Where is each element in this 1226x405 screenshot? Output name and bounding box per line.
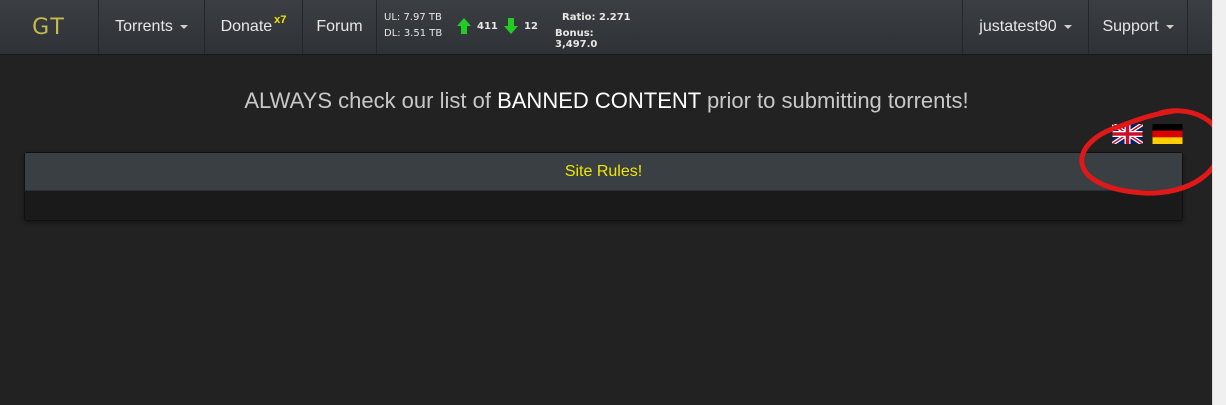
- banner-prefix: ALWAYS check our list of: [244, 88, 491, 113]
- nav-torrents[interactable]: Torrents: [98, 0, 204, 54]
- leeching-stat[interactable]: 12: [504, 18, 538, 34]
- download-stat: DL: 3.51 TB: [384, 28, 443, 39]
- nav-forum[interactable]: Forum: [302, 0, 376, 54]
- chevron-down-icon: [1165, 25, 1174, 29]
- germany-flag-icon[interactable]: [1152, 124, 1183, 144]
- nav-user-menu[interactable]: justatest90: [962, 0, 1088, 54]
- page-scrollbar[interactable]: [1212, 0, 1226, 405]
- ratio-stat: Ratio: 2.271: [562, 12, 631, 23]
- top-navbar: GT Torrents Donate x7 Forum UL: 7.97 TB …: [0, 0, 1213, 55]
- language-flags: [1112, 124, 1183, 144]
- nav-support[interactable]: Support: [1088, 0, 1188, 54]
- nav-donate-label: Donate: [220, 18, 273, 35]
- bonus-stat[interactable]: Bonus: 3,497.0: [555, 28, 634, 50]
- nav-forum-label: Forum: [316, 18, 363, 35]
- user-stats: UL: 7.97 TB DL: 3.51 TB 411 12 Ratio: 2.…: [376, 0, 634, 54]
- arrow-down-icon: [504, 18, 518, 34]
- chevron-down-icon: [1063, 25, 1072, 29]
- site-rules-panel: Site Rules!: [24, 152, 1183, 221]
- nav-donate[interactable]: Donate x7: [204, 0, 302, 54]
- seeding-stat[interactable]: 411: [457, 18, 498, 34]
- logo-text: GT: [32, 14, 66, 40]
- nav-support-label: Support: [1102, 18, 1159, 35]
- chevron-down-icon: [179, 25, 188, 29]
- site-logo[interactable]: GT: [0, 0, 98, 54]
- nav-torrents-label: Torrents: [115, 18, 173, 35]
- uk-flag-icon[interactable]: [1112, 124, 1143, 144]
- banner-suffix: prior to submitting torrents!: [706, 88, 969, 113]
- site-rules-title: Site Rules!: [564, 162, 643, 180]
- banned-content-banner: ALWAYS check our list of BANNED CONTENT …: [0, 88, 1213, 114]
- nav-user-label: justatest90: [979, 18, 1057, 35]
- leeching-count: 12: [524, 20, 538, 32]
- upload-stat: UL: 7.97 TB: [384, 12, 442, 23]
- banned-content-link[interactable]: BANNED CONTENT: [497, 88, 701, 113]
- page: GT Torrents Donate x7 Forum UL: 7.97 TB …: [0, 0, 1226, 405]
- seeding-count: 411: [477, 20, 498, 32]
- arrow-up-icon: [457, 18, 471, 34]
- donate-multiplier-badge: x7: [274, 14, 287, 26]
- site-rules-heading[interactable]: Site Rules!: [25, 153, 1182, 191]
